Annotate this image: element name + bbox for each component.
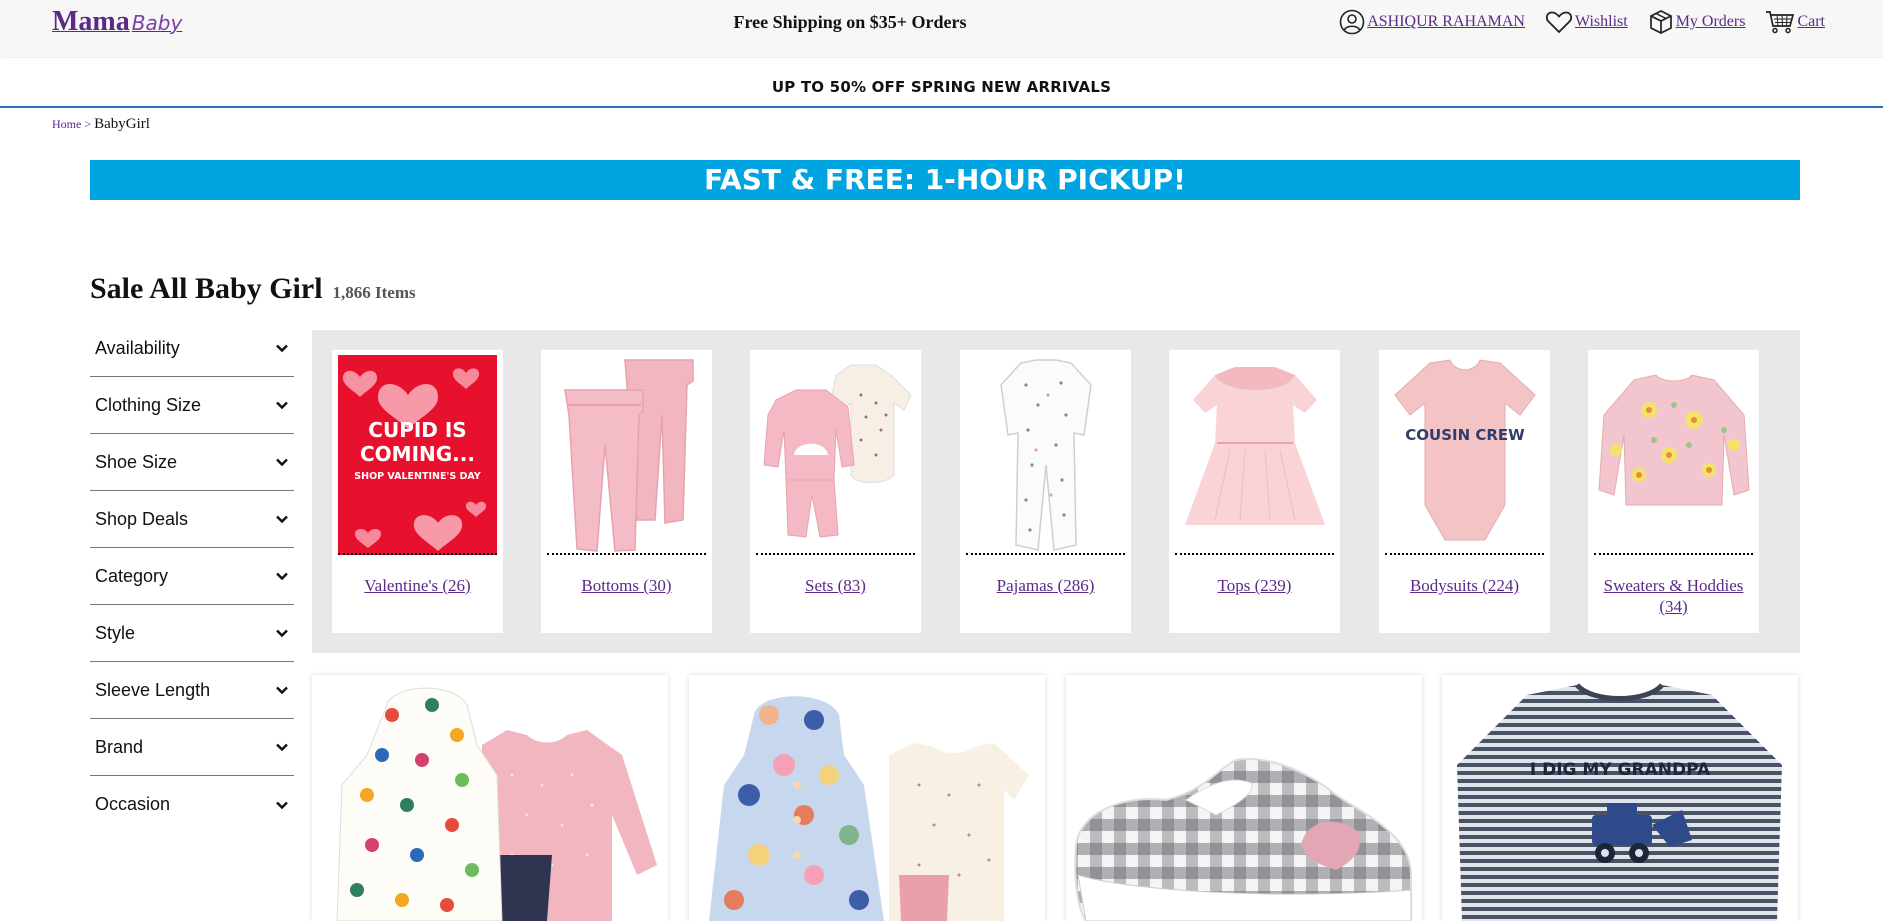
filter-label: Clothing Size [95,394,202,415]
category-card-bottoms[interactable]: Bottoms (30) [541,350,712,633]
chevron-down-icon [276,629,288,638]
category-card-valentines[interactable]: CUPID IS COMING... SHOP VALENTINE'S DAY … [332,350,503,633]
wishlist-label[interactable]: Wishlist [1575,13,1628,31]
breadcrumb-home[interactable]: Home > [52,117,94,131]
category-card-sets[interactable]: Sets (83) [750,350,921,633]
account-name[interactable]: ASHIQUR RAHAMAN [1367,13,1525,31]
breadcrumb-current: BabyGirl [94,116,150,132]
breadcrumb: Home > BabyGirl [52,116,150,133]
chevron-down-icon [276,458,288,467]
filter-label: Brand [95,736,144,757]
valentines-promo-image: CUPID IS COMING... SHOP VALENTINE'S DAY [338,355,497,555]
product-card[interactable] [1066,675,1422,921]
chevron-down-icon [276,743,288,752]
product-card[interactable] [689,675,1045,921]
cart-label[interactable]: Cart [1797,13,1825,31]
filter-label: Style [95,622,136,643]
filter-label: Category [95,565,169,586]
site-header: Mama Baby Free Shipping on $35+ Orders AS… [0,0,1883,57]
filter-brand[interactable]: Brand [90,719,294,776]
page-title: Sale All Baby Girl [90,272,323,305]
filter-sidebar: Availability Clothing Size Shoe Size Sho… [90,320,294,833]
category-label[interactable]: Tops (239) [1173,575,1336,596]
cart-icon [1766,11,1795,34]
category-label[interactable]: Sweaters & Hoddies (34) [1592,575,1755,617]
plaid-sneaker-image [1074,758,1412,921]
cart-link[interactable]: Cart [1765,10,1825,34]
chevron-down-icon [276,344,288,353]
account-nav: ASHIQUR RAHAMAN Wishlist My Orders Cart [1339,9,1825,35]
category-label[interactable]: Sets (83) [754,575,917,596]
category-card-tops[interactable]: Tops (239) [1169,350,1340,633]
category-strip: CUPID IS COMING... SHOP VALENTINE'S DAY … [312,330,1800,653]
heart-icon [1545,11,1573,34]
wishlist-link[interactable]: Wishlist [1545,10,1628,34]
pink-dress-image [1175,355,1334,555]
filter-label: Shop Deals [95,508,189,529]
category-card-bodysuits[interactable]: COUSIN CREW Bodysuits (224) [1379,350,1550,633]
filter-label: Shoe Size [95,451,178,472]
filter-label: Sleeve Length [95,679,211,700]
category-card-sweaters[interactable]: Sweaters & Hoddies (34) [1588,350,1759,633]
account-link[interactable]: ASHIQUR RAHAMAN [1339,9,1525,35]
pickup-banner[interactable]: FAST & FREE: 1-HOUR PICKUP! [90,160,1800,200]
sale-promo-banner[interactable]: UP TO 50% OFF SPRING NEW ARRIVALS [0,58,1883,108]
filter-label: Availability [95,337,180,358]
box-icon [1649,10,1672,34]
filter-style[interactable]: Style [90,605,294,662]
valentines-promo-line3: SHOP VALENTINE'S DAY [354,471,481,482]
page-heading: Sale All Baby Girl 1,866 Items [90,272,416,306]
floral-jacket-set-image [709,696,1029,921]
valentines-promo-line1: CUPID IS [368,418,466,442]
cousin-crew-bodysuit-image: COUSIN CREW [1385,355,1544,555]
product-card[interactable]: I DIG MY GRANDPA [1442,675,1798,921]
filter-availability[interactable]: Availability [90,320,294,377]
orders-label[interactable]: My Orders [1676,13,1746,31]
category-label[interactable]: Bodysuits (224) [1383,575,1546,596]
chevron-down-icon [276,686,288,695]
filter-shop-deals[interactable]: Shop Deals [90,491,294,548]
filter-sleeve-length[interactable]: Sleeve Length [90,662,294,719]
striped-tee-image: I DIG MY GRANDPA [1457,683,1782,921]
valentines-promo-line2: COMING... [360,442,475,466]
category-label[interactable]: Pajamas (286) [964,575,1127,596]
user-icon [1339,9,1365,35]
category-label[interactable]: Bottoms (30) [545,575,708,596]
filter-category[interactable]: Category [90,548,294,605]
bodysuit-print-text: COUSIN CREW [1405,426,1525,444]
filter-clothing-size[interactable]: Clothing Size [90,377,294,434]
filter-shoe-size[interactable]: Shoe Size [90,434,294,491]
product-card[interactable] [312,675,668,921]
chevron-down-icon [276,572,288,581]
chevron-down-icon [276,515,288,524]
sale-promo-text: UP TO 50% OFF SPRING NEW ARRIVALS [771,78,1112,96]
chevron-down-icon [276,801,288,809]
floral-sweater-image [1594,355,1753,555]
item-count: 1,866 Items [332,283,416,302]
filter-label: Occasion [95,794,171,814]
chevron-down-icon [276,401,288,410]
category-label[interactable]: Valentine's (26) [336,575,499,596]
orders-link[interactable]: My Orders [1648,9,1746,35]
pink-leggings-image [547,355,706,555]
tee-print-text: I DIG MY GRANDPA [1530,760,1711,780]
white-pajamas-image [966,355,1125,555]
leaf-hoodie-set-image [336,687,657,921]
filter-occasion[interactable]: Occasion [90,776,294,833]
pink-set-image [756,355,915,555]
category-card-pajamas[interactable]: Pajamas (286) [960,350,1131,633]
